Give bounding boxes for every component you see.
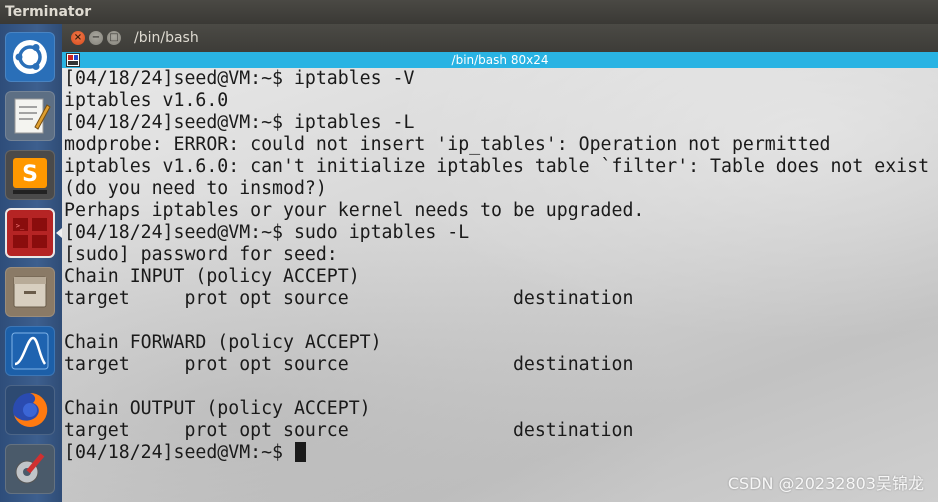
- maximize-button[interactable]: □: [107, 31, 121, 45]
- active-app-name: Terminator: [5, 4, 92, 20]
- launcher: S >_: [0, 24, 62, 502]
- terminal-line: target prot opt source destination: [64, 420, 634, 441]
- svg-text:S: S: [22, 162, 38, 187]
- watermark: CSDN @20232803吴锦龙: [727, 474, 924, 493]
- terminal-tab-bar[interactable]: /bin/bash 80x24: [62, 52, 938, 68]
- terminal-line: Perhaps iptables or your kernel needs to…: [64, 200, 645, 221]
- terminal-cursor: [294, 442, 306, 462]
- text-editor-icon[interactable]: [5, 91, 55, 141]
- terminal-line: modprobe: ERROR: could not insert 'ip_ta…: [64, 134, 831, 155]
- terminal-line: Chain OUTPUT (policy ACCEPT): [64, 398, 371, 419]
- tab-title: /bin/bash 80x24: [451, 53, 549, 67]
- ubuntu-logo-icon[interactable]: [5, 32, 55, 82]
- minimize-button[interactable]: −: [89, 31, 103, 45]
- terminal-line: target prot opt source destination: [64, 288, 634, 309]
- terminal-line: iptables v1.6.0: [64, 90, 229, 111]
- terminator-icon[interactable]: >_: [5, 208, 55, 258]
- firefox-icon[interactable]: [5, 385, 55, 435]
- terminal-line: iptables v1.6.0: can't initialize iptabl…: [64, 156, 930, 177]
- terminal-line: Chain FORWARD (policy ACCEPT): [64, 332, 382, 353]
- terminal-pane[interactable]: [04/18/24]seed@VM:~$ iptables -V iptables…: [62, 68, 938, 502]
- sublime-text-icon[interactable]: S: [5, 150, 55, 200]
- system-settings-icon[interactable]: [5, 444, 55, 494]
- wireshark-icon[interactable]: [5, 326, 55, 376]
- terminal-output: [04/18/24]seed@VM:~$ iptables -V iptables…: [64, 68, 929, 464]
- terminal-line: Chain INPUT (policy ACCEPT): [64, 266, 360, 287]
- terminal-line: [04/18/24]seed@VM:~$ iptables -L: [64, 112, 415, 133]
- terminal-prompt: [04/18/24]seed@VM:~$: [64, 442, 294, 463]
- terminal-line: [04/18/24]seed@VM:~$ sudo iptables -L: [64, 222, 470, 243]
- terminal-line: [04/18/24]seed@VM:~$ iptables -V: [64, 68, 415, 89]
- top-panel: Terminator: [0, 0, 938, 24]
- window-titlebar[interactable]: × − □ /bin/bash: [62, 24, 938, 52]
- terminal-prompt-line[interactable]: [04/18/24]seed@VM:~$: [64, 442, 929, 464]
- terminal-window: × − □ /bin/bash /bin/bash 80x24 [04/18/2…: [62, 24, 938, 502]
- svg-text:>_: >_: [16, 222, 25, 230]
- terminal-line: target prot opt source destination: [64, 354, 634, 375]
- window-title: /bin/bash: [134, 30, 199, 46]
- close-button[interactable]: ×: [71, 31, 85, 45]
- file-manager-icon[interactable]: [5, 267, 55, 317]
- terminal-line: [sudo] password for seed:: [64, 244, 338, 265]
- terminal-line: (do you need to insmod?): [64, 178, 327, 199]
